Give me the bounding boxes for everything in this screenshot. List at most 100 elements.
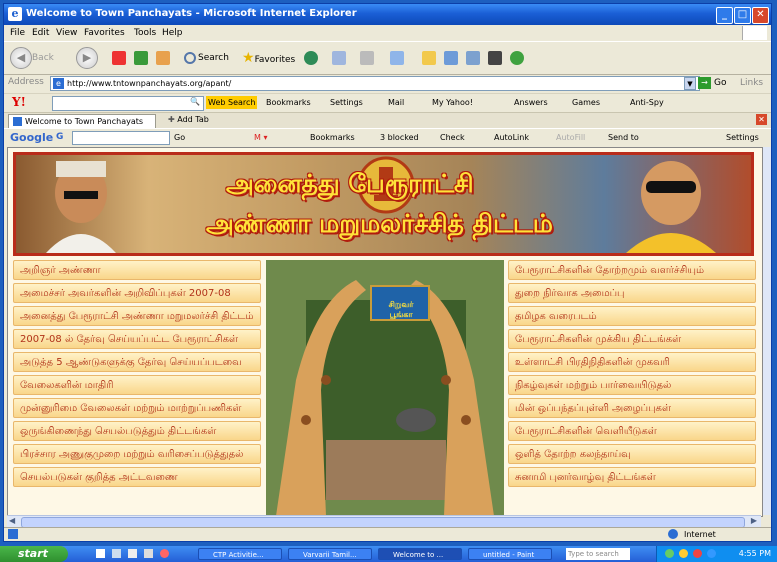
anti-spy-button[interactable]: Anti-Spy (630, 98, 664, 107)
google-settings-button[interactable]: Settings (726, 133, 759, 142)
quicklaunch-explorer-icon[interactable] (128, 549, 137, 558)
home-icon (156, 50, 170, 65)
taskbar-item[interactable]: untitled - Paint (468, 548, 552, 560)
close-button[interactable]: ✕ (752, 7, 769, 24)
tray-volume-icon[interactable] (679, 549, 688, 558)
links-button[interactable]: Links (740, 78, 763, 88)
forward-icon[interactable]: ▶ (76, 47, 98, 69)
menu-link[interactable]: பிரச்சார அணுகுமுறை மற்றும் வரிசைப்படுத்த… (13, 444, 261, 464)
menu-link[interactable]: முன்னுரிமை வேலைகள் மற்றும் மாற்றுப்பணிகள… (13, 398, 261, 418)
tab-town-panchayats[interactable]: Welcome to Town Panchayats (8, 114, 156, 128)
games-button[interactable]: Games (572, 98, 600, 107)
autolink-button[interactable]: AutoLink (494, 133, 529, 142)
tray-security-icon[interactable] (693, 549, 702, 558)
menu-link[interactable]: அடுத்த 5 ஆண்டுகளுக்கு தேர்வு செய்யப்படவை (13, 352, 261, 372)
tray-app-icon[interactable] (707, 549, 716, 558)
menu-file[interactable]: File (10, 28, 25, 38)
favorites-button[interactable]: ★Favorites (242, 50, 295, 66)
menu-link[interactable]: அமைச்சர் அவர்களின் அறிவிப்புகள் 2007-08 (13, 283, 261, 303)
google-toolbar: Google G Go M ▾ Bookmarks 3 blocked Chec… (4, 128, 771, 147)
go-button[interactable]: Go (714, 78, 726, 88)
menu-help[interactable]: Help (162, 28, 183, 38)
menu-link[interactable]: பேரூராட்சிகளின் வெளியீடுகள் (508, 421, 756, 441)
settings-button[interactable]: Settings (330, 98, 363, 107)
search-button[interactable]: Search (184, 50, 229, 66)
address-input[interactable]: e http://www.tntownpanchayats.org/apant/ (50, 76, 700, 91)
google-g-button[interactable]: G (56, 132, 63, 142)
back-icon[interactable]: ◀ (10, 47, 32, 69)
google-search-input[interactable] (72, 131, 170, 145)
menu-link[interactable]: உள்ளாட்சி பிரதிநிதிகளின் முகவரி (508, 352, 756, 372)
menu-tools[interactable]: Tools (134, 28, 156, 38)
menu-link[interactable]: அறிஞர் அண்ணா (13, 260, 261, 280)
taskbar-search-input[interactable]: Type to search (566, 548, 630, 560)
bookmarks-button[interactable]: Bookmarks (266, 98, 311, 107)
taskbar-item[interactable]: Welcome to ... (378, 548, 462, 560)
answers-button[interactable]: Answers (514, 98, 548, 107)
page-icon: e (53, 78, 64, 89)
menu-link[interactable]: பேரூராட்சிகளின் தோற்றமும் வளர்ச்சியும் (508, 260, 756, 280)
start-button[interactable]: start (0, 546, 68, 562)
menu-link[interactable]: பேரூராட்சிகளின் முக்கிய திட்டங்கள் (508, 329, 756, 349)
yahoo-logo[interactable]: Y! (12, 95, 26, 109)
back-label[interactable]: Back (32, 50, 54, 66)
home-button[interactable] (156, 50, 172, 66)
research-button[interactable] (466, 50, 482, 66)
menu-link[interactable]: தமிழக வரைபடம் (508, 306, 756, 326)
mail-icon (332, 50, 346, 65)
quicklaunch-media-icon[interactable] (144, 549, 153, 558)
my-yahoo-button[interactable]: My Yahoo! (432, 98, 473, 107)
refresh-button[interactable] (134, 50, 150, 66)
address-dropdown-icon[interactable]: ▼ (684, 77, 696, 90)
park-photo: சிறுவர் பூங்கா (266, 260, 504, 516)
quicklaunch-desktop-icon[interactable] (96, 549, 105, 558)
menu-link[interactable]: மின் ஒப்பந்தப்புள்ளி அழைப்புகள் (508, 398, 756, 418)
history-button[interactable] (304, 50, 320, 66)
messenger-button[interactable] (444, 50, 460, 66)
gmail-icon[interactable]: M ▾ (254, 133, 267, 142)
print-button[interactable] (360, 50, 376, 66)
scroll-right-icon[interactable]: ▶ (751, 516, 757, 525)
go-arrow-icon[interactable]: → (698, 77, 711, 89)
popup-blocked-button[interactable]: 3 blocked (380, 133, 419, 142)
search-icon (184, 51, 196, 64)
send-to-button[interactable]: Send to (608, 133, 639, 142)
taskbar-item[interactable]: CTP Activitie... (198, 548, 282, 560)
quicklaunch-ie-icon[interactable] (112, 549, 121, 558)
edit-button[interactable] (390, 50, 406, 66)
google-bookmarks-button[interactable]: Bookmarks (310, 133, 355, 142)
maximize-button[interactable]: □ (734, 7, 751, 24)
menu-link[interactable]: 2007-08 ல் தேர்வு செய்யப்பட்ட பேரூராட்சி… (13, 329, 261, 349)
taskbar-item[interactable]: Varvarii Tamil... (288, 548, 372, 560)
google-go-button[interactable]: Go (174, 133, 185, 142)
menu-link[interactable]: துறை நிர்வாக அமைப்பு (508, 283, 756, 303)
menu-link[interactable]: நிகழ்வுகள் மற்றும் பார்வையிடுதல் (508, 375, 756, 395)
menu-view[interactable]: View (56, 28, 77, 38)
tray-network-icon[interactable] (665, 549, 674, 558)
menu-link[interactable]: அனைத்து பேரூராட்சி அண்ணா மறுமலர்ச்சி திட… (13, 306, 261, 326)
close-tab-icon[interactable]: ✕ (756, 114, 767, 125)
stop-button[interactable] (112, 50, 128, 66)
yahoo-search-input[interactable] (52, 96, 204, 111)
mail-button[interactable] (332, 50, 348, 66)
menu-link[interactable]: வேலைகளின் மாதிரி (13, 375, 261, 395)
mail-button[interactable]: Mail (388, 98, 404, 107)
autofill-button[interactable]: AutoFill (556, 133, 585, 142)
menu-link[interactable]: சுனாமி புனர்வாழ்வு திட்டங்கள் (508, 467, 756, 487)
add-tab-button[interactable]: ✚ Add Tab (168, 115, 209, 124)
menu-edit[interactable]: Edit (32, 28, 49, 38)
quicklaunch-app-icon[interactable] (160, 549, 169, 558)
search-icon[interactable]: 🔍 (190, 97, 200, 106)
msn-button[interactable] (510, 50, 526, 66)
menu-link[interactable]: ஒருங்கிணைந்து செயல்படுத்தும் திட்டங்கள் (13, 421, 261, 441)
web-search-button[interactable]: Web Search (206, 96, 258, 109)
vertical-scrollbar[interactable] (763, 147, 771, 515)
menu-link[interactable]: செயல்படுகள் குறித்த அட்டவணை (13, 467, 261, 487)
menu-favorites[interactable]: Favorites (84, 28, 125, 38)
scroll-left-icon[interactable]: ◀ (9, 516, 15, 525)
folder-button[interactable] (422, 50, 438, 66)
discuss-button[interactable] (488, 50, 504, 66)
minimize-button[interactable]: _ (716, 7, 733, 24)
menu-link[interactable]: ஒளித் தோற்ற கலந்தாய்வு (508, 444, 756, 464)
spell-check-button[interactable]: Check (440, 133, 465, 142)
